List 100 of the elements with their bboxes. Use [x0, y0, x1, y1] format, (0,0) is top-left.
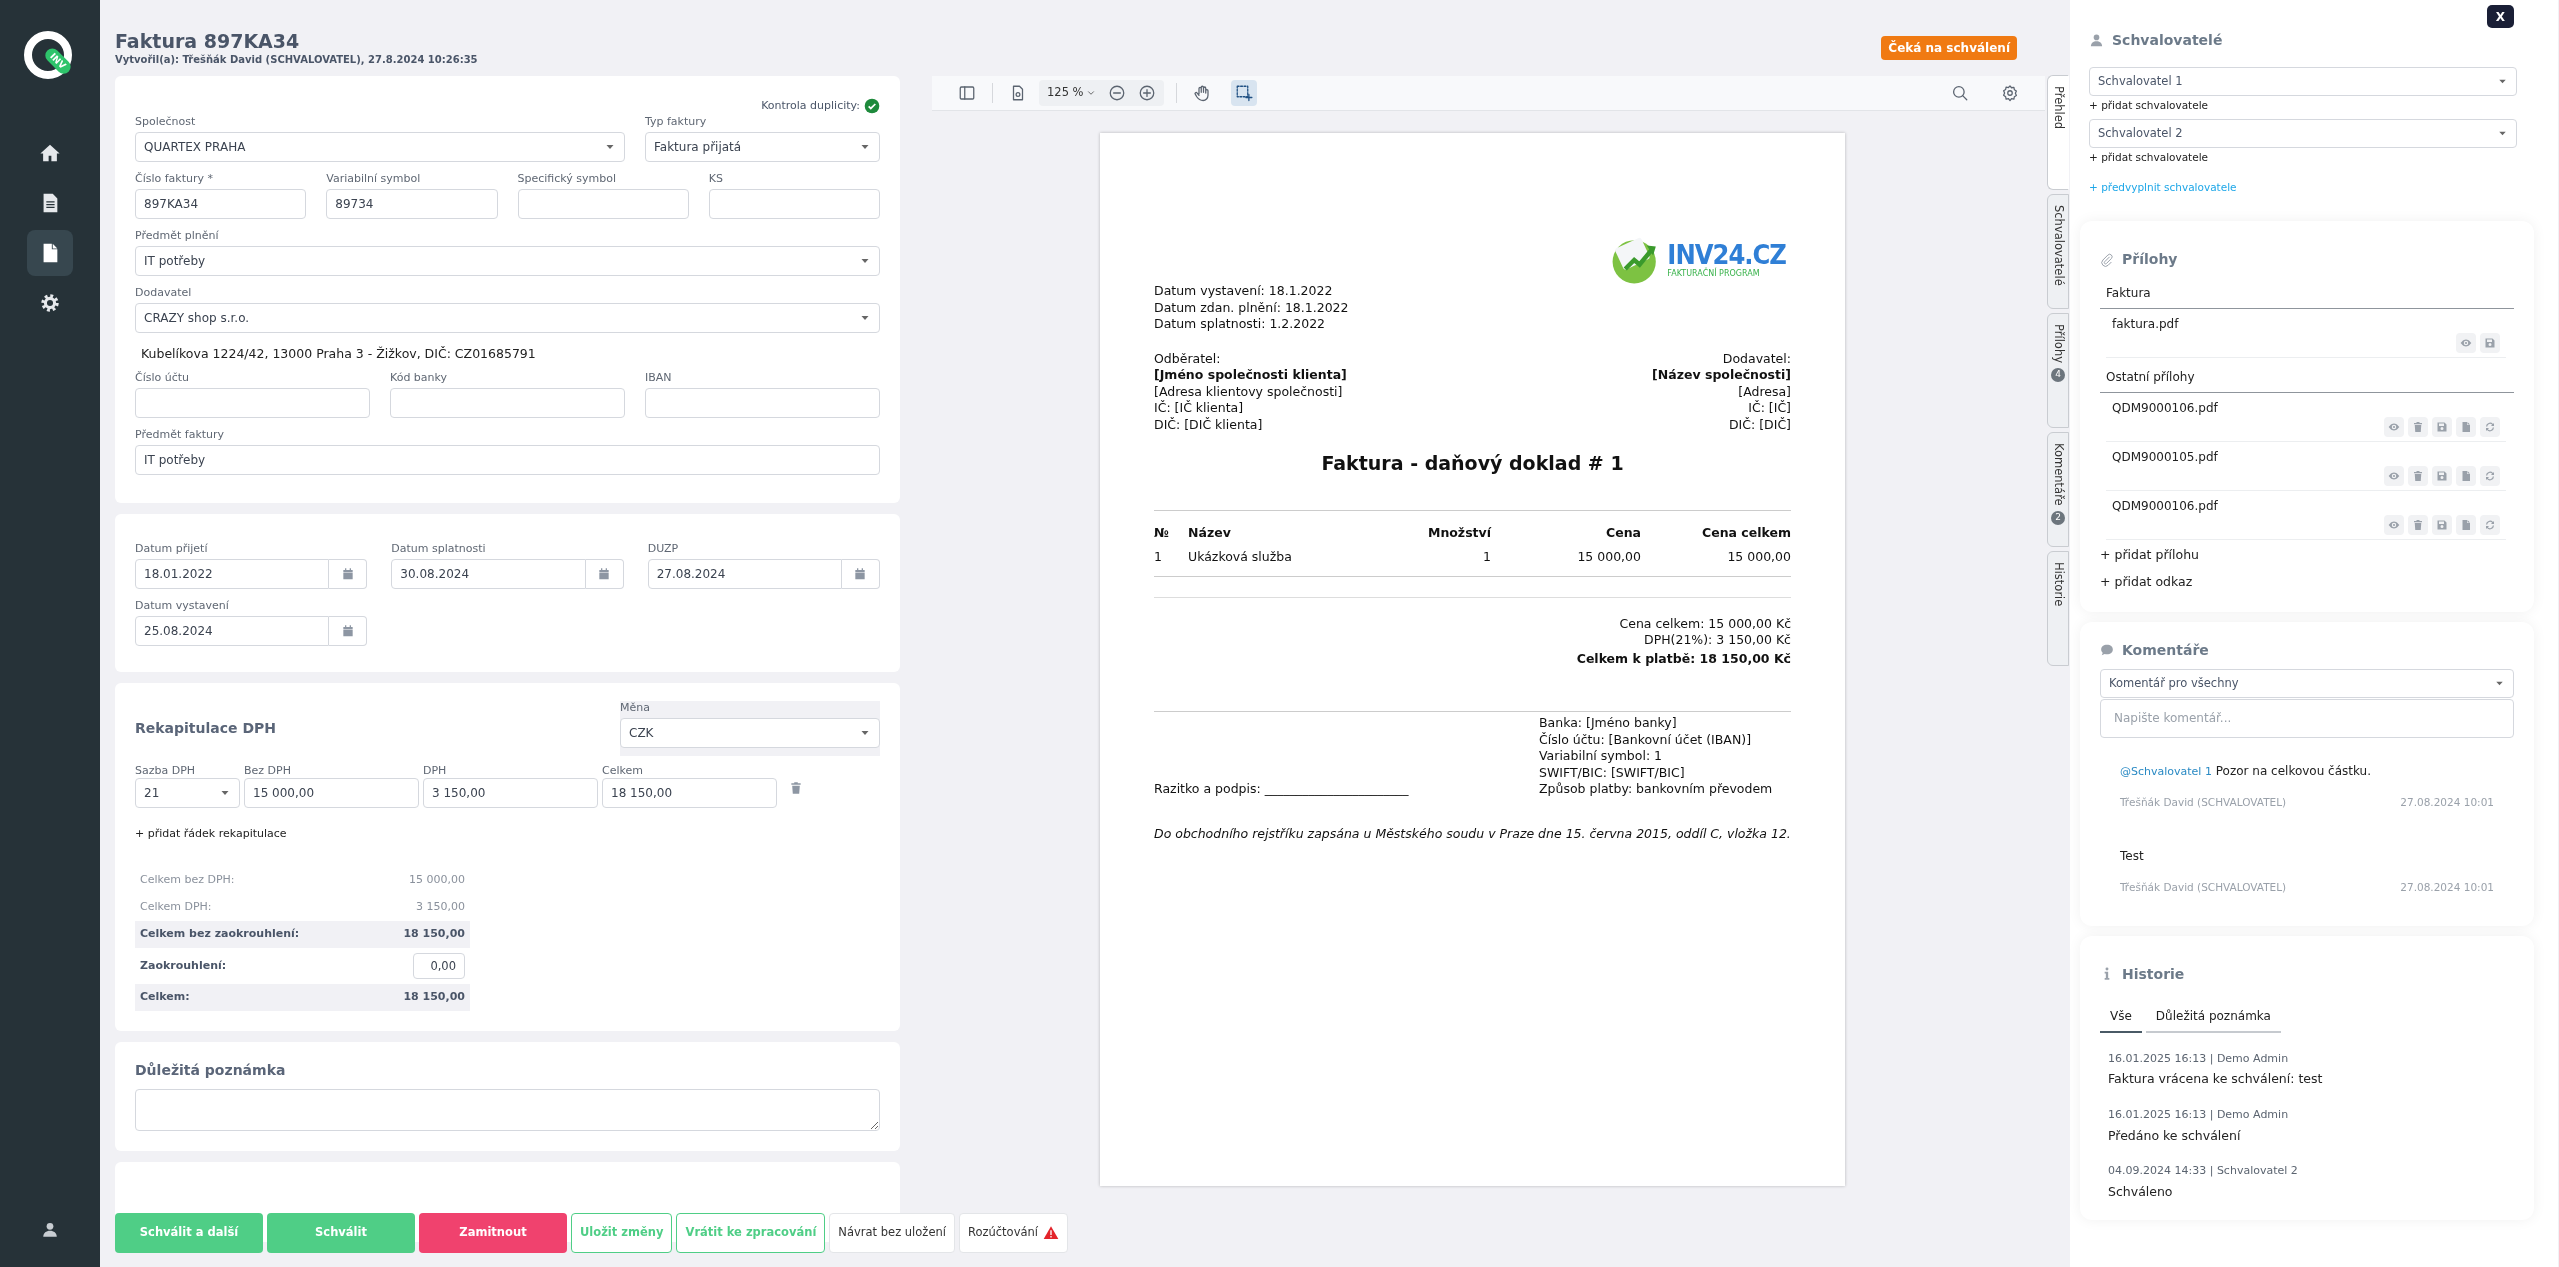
- file-name[interactable]: QDM9000105.pdf: [2112, 448, 2500, 467]
- trash-button[interactable]: [2408, 417, 2428, 438]
- eye-button[interactable]: [2384, 515, 2404, 536]
- file-button[interactable]: [2456, 417, 2476, 438]
- count-badge: 2: [2051, 510, 2065, 525]
- comment-field[interactable]: Napište komentář...: [2100, 698, 2514, 738]
- field-label: Číslo účtu: [135, 371, 191, 386]
- input-field[interactable]: [708, 188, 880, 219]
- input-field[interactable]: [517, 188, 689, 219]
- document-nav-button[interactable]: [27, 230, 73, 276]
- select-field[interactable]: 21: [135, 778, 240, 809]
- select-field[interactable]: Komentář pro všechny: [2100, 668, 2514, 698]
- document-text: IČ: [IČ klienta]: [1154, 400, 1245, 417]
- select-field[interactable]: QUARTEX PRAHA: [135, 131, 625, 162]
- select-field[interactable]: CRAZY shop s.r.o.: [135, 302, 880, 333]
- date-field[interactable]: 18.01.2022: [135, 559, 330, 590]
- field-label: Dodavatel: [135, 285, 193, 300]
- input-field[interactable]: 897KA34: [135, 188, 307, 219]
- select-field[interactable]: Schvalovatel 1: [2089, 67, 2517, 96]
- date-field[interactable]: 25.08.2024: [135, 616, 330, 647]
- selection-icon: [1234, 84, 1253, 102]
- calendar-button[interactable]: [842, 559, 880, 590]
- selection-button[interactable]: [1230, 80, 1257, 106]
- eye-button[interactable]: [2456, 333, 2476, 354]
- field-label: Datum splatnosti: [391, 542, 487, 557]
- trash-icon: [2412, 519, 2424, 532]
- eye-button[interactable]: [2384, 466, 2404, 487]
- add-approver-link[interactable]: + přidat schvalovatele: [2089, 149, 2517, 166]
- input-field[interactable]: 3 150,00: [423, 778, 598, 809]
- file-icon: [2460, 519, 2472, 532]
- date-field[interactable]: 27.08.2024: [647, 559, 842, 590]
- refresh-button[interactable]: [2480, 466, 2500, 487]
- side-tab[interactable]: Přílohy 4: [2047, 313, 2069, 428]
- summary-label: Celkem DPH:: [140, 899, 212, 915]
- field-label: Datum vystavení: [135, 599, 230, 614]
- calendar-button[interactable]: [585, 559, 624, 590]
- comment-text: @Schvalovatel 1 Pozor na celkovou částku.: [2120, 762, 2372, 780]
- calendar-button[interactable]: [329, 559, 368, 590]
- split-button[interactable]: Rozúčtování: [958, 1213, 1068, 1253]
- action-button[interactable]: Zamitnout: [419, 1213, 567, 1253]
- file-button[interactable]: [2456, 466, 2476, 487]
- side-tab[interactable]: Schvalovatelé: [2047, 194, 2069, 309]
- input-field[interactable]: 18 150,00: [602, 778, 777, 809]
- eye-button[interactable]: [2384, 417, 2404, 438]
- field-label: Specifický symbol: [517, 171, 618, 186]
- note-field[interactable]: [135, 1088, 880, 1131]
- document-text: [Název společnosti]: [1652, 367, 1791, 384]
- close-button[interactable]: X: [2487, 5, 2514, 28]
- calendar-icon: [340, 624, 355, 639]
- created-by-text: Vytvořil(a): Třešňák David (SCHVALOVATEL), 27.8.2024 10:26:35: [115, 53, 478, 67]
- refresh-button[interactable]: [2480, 417, 2500, 438]
- file-name[interactable]: faktura.pdf: [2112, 315, 2500, 334]
- comment-time: 27.08.2024 10:01: [2400, 880, 2494, 895]
- select-field[interactable]: Schvalovatel 2: [2089, 118, 2517, 148]
- settings-icon: [2001, 84, 2019, 102]
- add-link[interactable]: + přidat přílohu: [2100, 540, 2514, 567]
- side-tab[interactable]: Přehled: [2047, 75, 2069, 190]
- refresh-button[interactable]: [2480, 515, 2500, 536]
- document-text: Variabilní symbol: 1: [1539, 748, 1664, 765]
- floppy-icon: [2436, 519, 2448, 532]
- select-field[interactable]: IT potřeby: [135, 245, 880, 276]
- column-header: Množství: [1376, 510, 1491, 545]
- input-field[interactable]: [135, 388, 370, 419]
- input-field[interactable]: 89734: [326, 188, 498, 219]
- side-tab[interactable]: Komentáře 2: [2047, 432, 2069, 547]
- add-link[interactable]: + přidat odkaz: [2100, 567, 2514, 594]
- add-row-link[interactable]: + přidat řádek rekapitulace: [135, 827, 287, 841]
- floppy-button[interactable]: [2432, 417, 2452, 438]
- select-field[interactable]: Faktura přijatá: [645, 131, 880, 162]
- input-field[interactable]: [390, 388, 625, 419]
- column-label: Bez DPH: [244, 764, 292, 779]
- floppy-button[interactable]: [2432, 466, 2452, 487]
- file-button[interactable]: [2456, 515, 2476, 536]
- date-field[interactable]: 30.08.2024: [391, 559, 586, 590]
- user-icon[interactable]: [41, 1221, 59, 1239]
- document-text: DIČ: [DIČ klienta]: [1154, 416, 1264, 433]
- input-field[interactable]: 15 000,00: [244, 778, 419, 809]
- trash-icon: [789, 780, 803, 795]
- column-header: Cena: [1491, 510, 1641, 545]
- file-name[interactable]: QDM9000106.pdf: [2112, 399, 2500, 418]
- column-header: №: [1154, 510, 1188, 545]
- mention-link[interactable]: @Schvalovatel 1: [2120, 764, 2212, 778]
- file-name[interactable]: QDM9000106.pdf: [2112, 497, 2500, 516]
- floppy-button[interactable]: [2432, 515, 2452, 536]
- document-text: SWIFT/BIC: [SWIFT/BIC]: [1539, 764, 1686, 781]
- summary-value: 18 150,00: [403, 989, 465, 1005]
- select-field[interactable]: CZK: [620, 718, 880, 749]
- floppy-button[interactable]: [2480, 333, 2500, 354]
- document-text: Datum splatnosti: 1.2.2022: [1154, 316, 1327, 333]
- add-approver-link[interactable]: + přidat schvalovatele: [2089, 98, 2517, 114]
- trash-button[interactable]: [2408, 466, 2428, 487]
- action-button[interactable]: Návrat bez uložení: [829, 1213, 955, 1253]
- input-field[interactable]: IT potřeby: [135, 445, 880, 476]
- side-tab[interactable]: Historie: [2047, 551, 2069, 666]
- calendar-button[interactable]: [329, 616, 368, 647]
- input-field[interactable]: [645, 388, 880, 419]
- input-field[interactable]: 0,00: [413, 952, 465, 979]
- trash-button[interactable]: [2408, 515, 2428, 536]
- history-tab[interactable]: Vše: [2100, 1002, 2142, 1033]
- history-tab[interactable]: Důležitá poznámka: [2145, 1002, 2281, 1033]
